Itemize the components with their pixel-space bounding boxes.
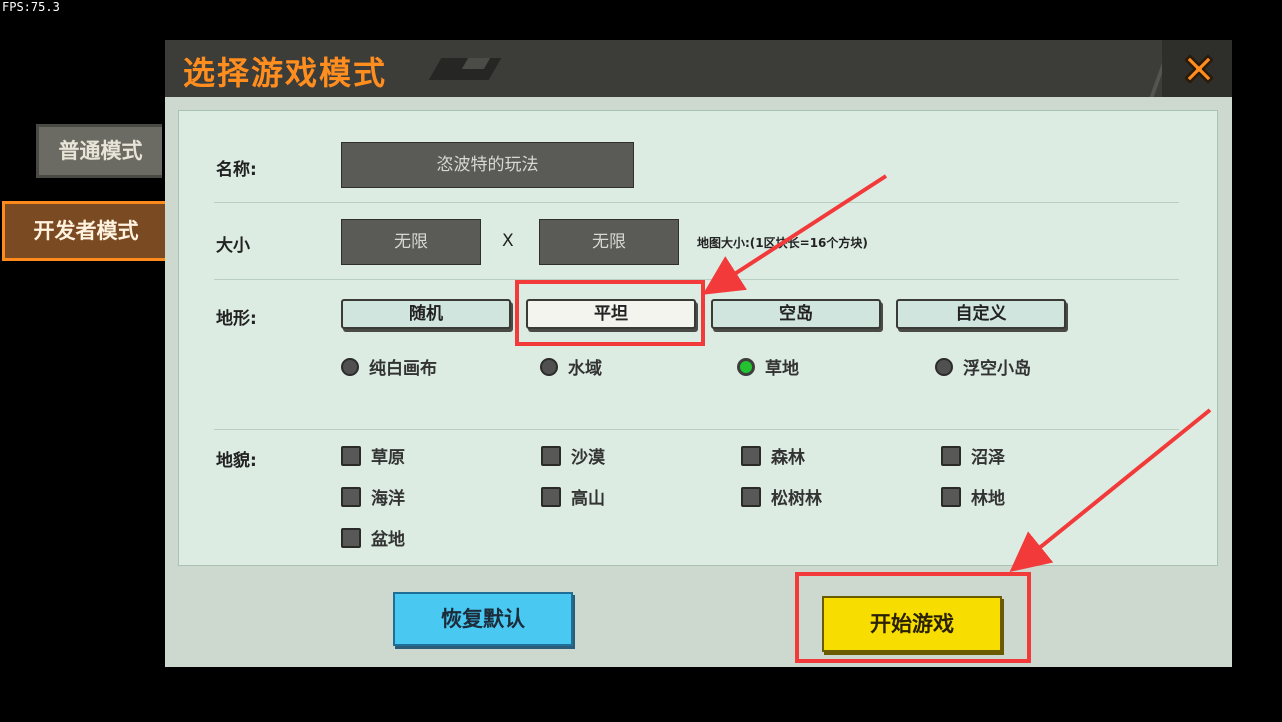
arrow-to-flat — [702, 174, 888, 295]
annotation-arrows — [702, 174, 1212, 573]
arrow-to-start — [1009, 408, 1212, 573]
